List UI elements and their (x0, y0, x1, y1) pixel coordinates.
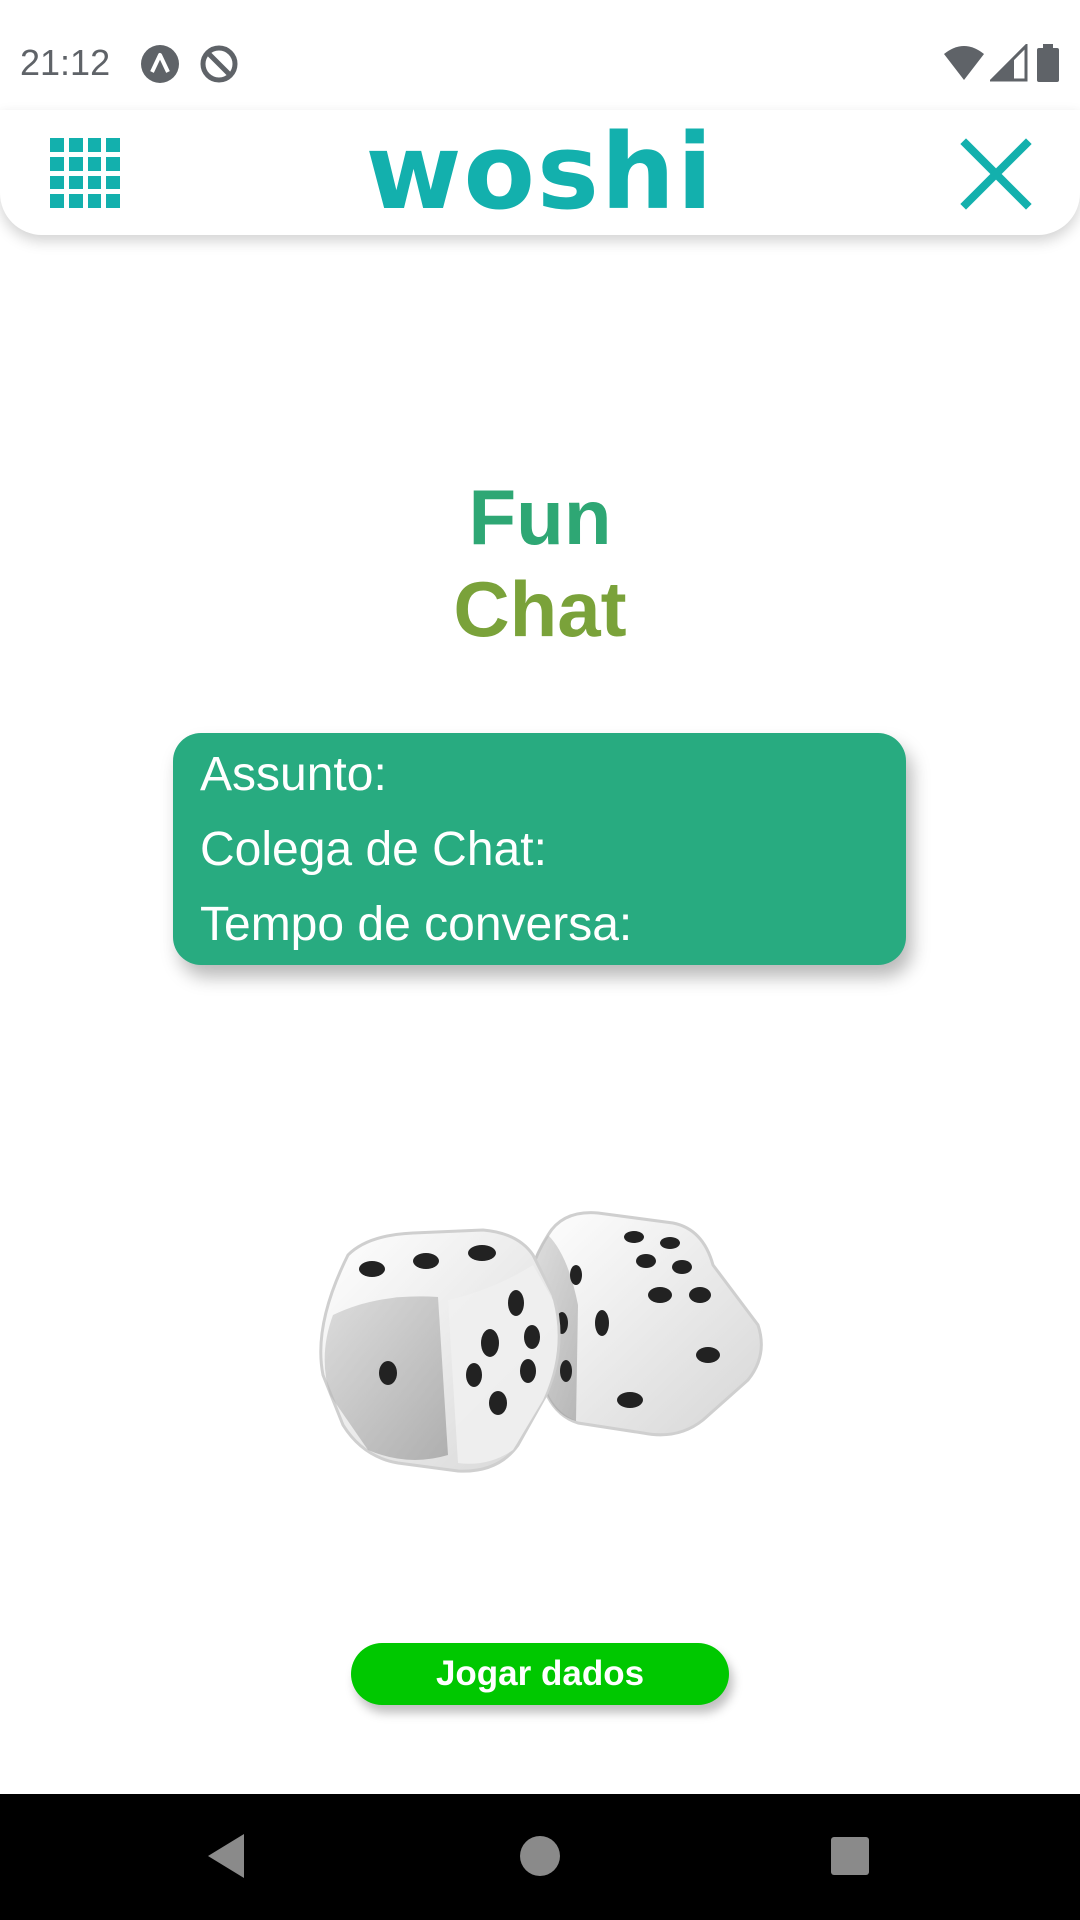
left-die (319, 1228, 561, 1473)
right-die (524, 1211, 763, 1437)
recents-icon[interactable] (818, 1824, 882, 1888)
home-icon[interactable] (508, 1824, 572, 1888)
notification-a-icon (140, 44, 180, 84)
status-time: 21:12 (20, 42, 111, 83)
back-icon[interactable] (200, 1824, 264, 1888)
grid-menu-icon[interactable] (50, 138, 120, 208)
chat-duration-label: Tempo de conversa: (200, 898, 633, 951)
app-logo: woshi (365, 111, 715, 233)
notification-at-icon (199, 44, 239, 84)
app-bar: woshi (0, 110, 1080, 235)
close-icon[interactable] (960, 138, 1032, 210)
wifi-icon (942, 44, 986, 87)
roll-dice-button[interactable]: Jogar dados (351, 1643, 729, 1705)
title-chat: Chat (453, 565, 627, 653)
status-bar: 21:12 (0, 0, 1080, 120)
chat-partner-label: Colega de Chat: (200, 823, 547, 876)
dice-icon (318, 1205, 768, 1485)
battery-icon (1037, 44, 1059, 87)
title-fun: Fun (468, 473, 612, 561)
navigation-bar (0, 1794, 1080, 1920)
subject-label: Assunto: (200, 748, 387, 801)
chat-info-card: Assunto: Colega de Chat: Tempo de conver… (173, 733, 906, 965)
cellular-signal-icon (988, 42, 1028, 87)
